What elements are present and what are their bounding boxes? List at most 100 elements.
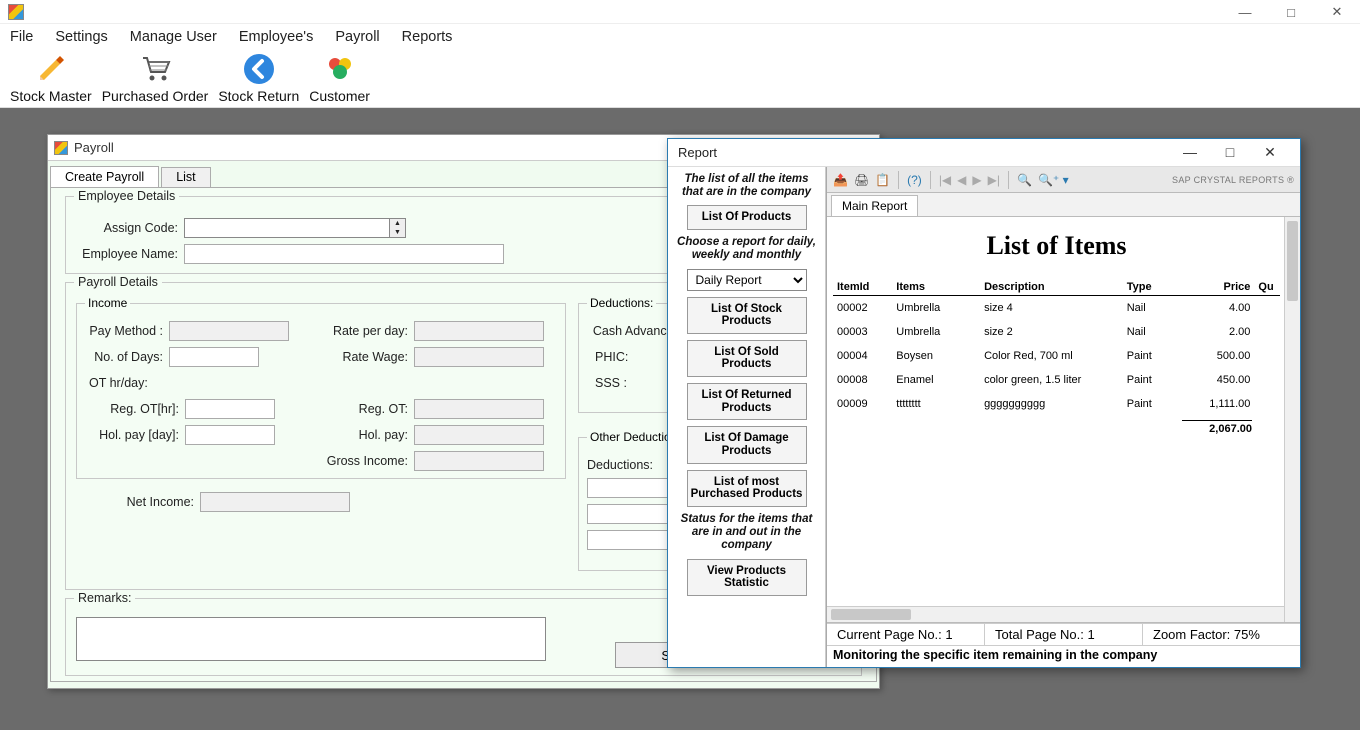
deductions-label: Deductions:: [587, 458, 657, 472]
col-desc: Description: [980, 279, 1123, 296]
tab-list[interactable]: List: [161, 167, 210, 189]
menu-settings[interactable]: Settings: [55, 29, 107, 45]
next-page-icon[interactable]: ▶: [972, 173, 981, 187]
search-icon[interactable]: 🔍: [1017, 173, 1032, 187]
toolbar-label: Stock Return: [218, 88, 299, 104]
reg-ot-label: Reg. OT:: [324, 402, 414, 416]
menu-manage-user[interactable]: Manage User: [130, 29, 217, 45]
prev-page-icon[interactable]: ◀: [957, 173, 966, 187]
deductions-legend: Deductions:: [587, 296, 656, 310]
table-row: 00008Enamelcolor green, 1.5 literPaint45…: [833, 368, 1280, 392]
reg-ot-hr-input[interactable]: [185, 399, 275, 419]
status-zoom: Zoom Factor: 75%: [1143, 624, 1300, 645]
export-icon[interactable]: 📤: [833, 173, 848, 187]
print-icon[interactable]: 🖨: [854, 173, 869, 187]
hol-pay-field: [414, 425, 544, 445]
horizontal-scrollbar[interactable]: [827, 606, 1284, 622]
assign-code-input[interactable]: ▲▼: [184, 218, 406, 238]
main-titlebar: [0, 0, 1360, 24]
report-window: Report — □ ✕ The list of all the items t…: [667, 138, 1301, 668]
crystal-viewer: 📤 🖨 📋 (?) |◀ ◀ ▶ ▶| 🔍 🔍⁺ ▾ SAP CRYSTAL R…: [826, 167, 1300, 667]
mdi-client: Payroll Create Payroll List Employee Det…: [0, 108, 1360, 730]
no-days-input[interactable]: [169, 347, 259, 367]
refresh-icon[interactable]: (?): [907, 173, 922, 187]
period-select[interactable]: Daily Report: [687, 269, 807, 291]
net-income-row: Net Income:: [106, 489, 350, 515]
list-of-products-button[interactable]: List Of Products: [687, 205, 807, 230]
employee-name-label: Employee Name:: [76, 247, 184, 261]
report-close-button[interactable]: ✕: [1250, 144, 1290, 161]
people-icon: [323, 52, 357, 86]
table-row: 00002Umbrellasize 4Nail4.00: [833, 296, 1280, 321]
side-text-2: Choose a report for daily, weekly and mo…: [674, 236, 819, 262]
income-group: Income Pay Method : No. of Days: OT hr/d…: [76, 303, 566, 479]
list-damage-button[interactable]: List Of Damage Products: [687, 426, 807, 463]
crystal-brand: SAP CRYSTAL REPORTS ®: [1172, 175, 1294, 185]
list-sold-button[interactable]: List Of Sold Products: [687, 340, 807, 377]
app-icon: [8, 4, 24, 20]
toolbar-label: Purchased Order: [102, 88, 209, 104]
report-minimize-button[interactable]: —: [1170, 144, 1210, 161]
report-total: 2,067.00: [1182, 420, 1252, 435]
table-row: 00003Umbrellasize 2Nail2.00: [833, 320, 1280, 344]
payroll-details-legend: Payroll Details: [74, 275, 162, 289]
toolbar-stock-return[interactable]: Stock Return: [218, 52, 299, 104]
gross-income-field: [414, 451, 544, 471]
gross-income-label: Gross Income:: [324, 454, 414, 468]
tab-create-payroll[interactable]: Create Payroll: [50, 166, 159, 188]
copy-icon[interactable]: 📋: [875, 173, 890, 187]
vertical-scrollbar[interactable]: [1284, 217, 1300, 622]
col-itemid: ItemId: [833, 279, 892, 296]
remarks-textarea[interactable]: [76, 617, 546, 661]
reg-ot-field: [414, 399, 544, 419]
hol-pay-label: Hol. pay:: [324, 428, 414, 442]
spinner-down-icon[interactable]: ▼: [390, 228, 405, 237]
menu-payroll[interactable]: Payroll: [335, 29, 379, 45]
report-page: List of Items ItemId Items Description T…: [827, 217, 1300, 623]
income-legend: Income: [85, 296, 130, 310]
pay-method-field: [169, 321, 289, 341]
menu-reports[interactable]: Reports: [402, 29, 453, 45]
first-page-icon[interactable]: |◀: [939, 173, 951, 187]
no-days-label: No. of Days:: [85, 350, 169, 364]
zoom-icon[interactable]: 🔍⁺ ▾: [1038, 173, 1069, 187]
cart-icon: [138, 52, 172, 86]
menu-employees[interactable]: Employee's: [239, 29, 314, 45]
menu-file[interactable]: File: [10, 29, 33, 45]
status-current-page: Current Page No.: 1: [827, 624, 985, 645]
net-income-field: [200, 492, 350, 512]
employee-name-input[interactable]: [184, 244, 504, 264]
menubar: File Settings Manage User Employee's Pay…: [0, 24, 1360, 50]
last-page-icon[interactable]: ▶|: [988, 173, 1000, 187]
spinner-up-icon[interactable]: ▲: [390, 219, 405, 228]
assign-code-label: Assign Code:: [76, 221, 184, 235]
toolbar-purchased-order[interactable]: Purchased Order: [102, 52, 209, 104]
report-title-text: Report: [678, 145, 717, 160]
list-stock-button[interactable]: List Of Stock Products: [687, 297, 807, 334]
close-button[interactable]: ✕: [1314, 0, 1360, 24]
list-most-purchased-button[interactable]: List of most Purchased Products: [687, 470, 807, 507]
maximize-button[interactable]: □: [1268, 0, 1314, 24]
table-row: 00009ttttttttggggggggggPaint1,111.00: [833, 392, 1280, 416]
toolbar-label: Customer: [309, 88, 370, 104]
report-heading: List of Items: [833, 231, 1280, 261]
view-statistic-button[interactable]: View Products Statistic: [687, 559, 807, 596]
payroll-title-text: Payroll: [74, 140, 114, 155]
hol-pay-day-input[interactable]: [185, 425, 275, 445]
viewer-toolbar: 📤 🖨 📋 (?) |◀ ◀ ▶ ▶| 🔍 🔍⁺ ▾ SAP CRYSTAL R…: [827, 167, 1300, 193]
toolbar: Stock Master Purchased Order Stock Retur…: [0, 50, 1360, 108]
reg-ot-hr-label: Reg. OT[hr]:: [85, 402, 185, 416]
side-text-1: The list of all the items that are in th…: [674, 173, 819, 199]
employee-details-legend: Employee Details: [74, 189, 179, 203]
rate-wage-label: Rate Wage:: [324, 350, 414, 364]
toolbar-customer[interactable]: Customer: [309, 52, 370, 104]
pay-method-label: Pay Method :: [85, 324, 169, 338]
report-maximize-button[interactable]: □: [1210, 144, 1250, 161]
viewer-statusbar: Current Page No.: 1 Total Page No.: 1 Zo…: [827, 623, 1300, 645]
main-report-tab[interactable]: Main Report: [831, 195, 918, 216]
list-returned-button[interactable]: List Of Returned Products: [687, 383, 807, 420]
toolbar-stock-master[interactable]: Stock Master: [10, 52, 92, 104]
minimize-button[interactable]: —: [1222, 0, 1268, 24]
report-titlebar[interactable]: Report — □ ✕: [668, 139, 1300, 167]
report-table: ItemId Items Description Type Price Qu 0…: [833, 279, 1280, 416]
